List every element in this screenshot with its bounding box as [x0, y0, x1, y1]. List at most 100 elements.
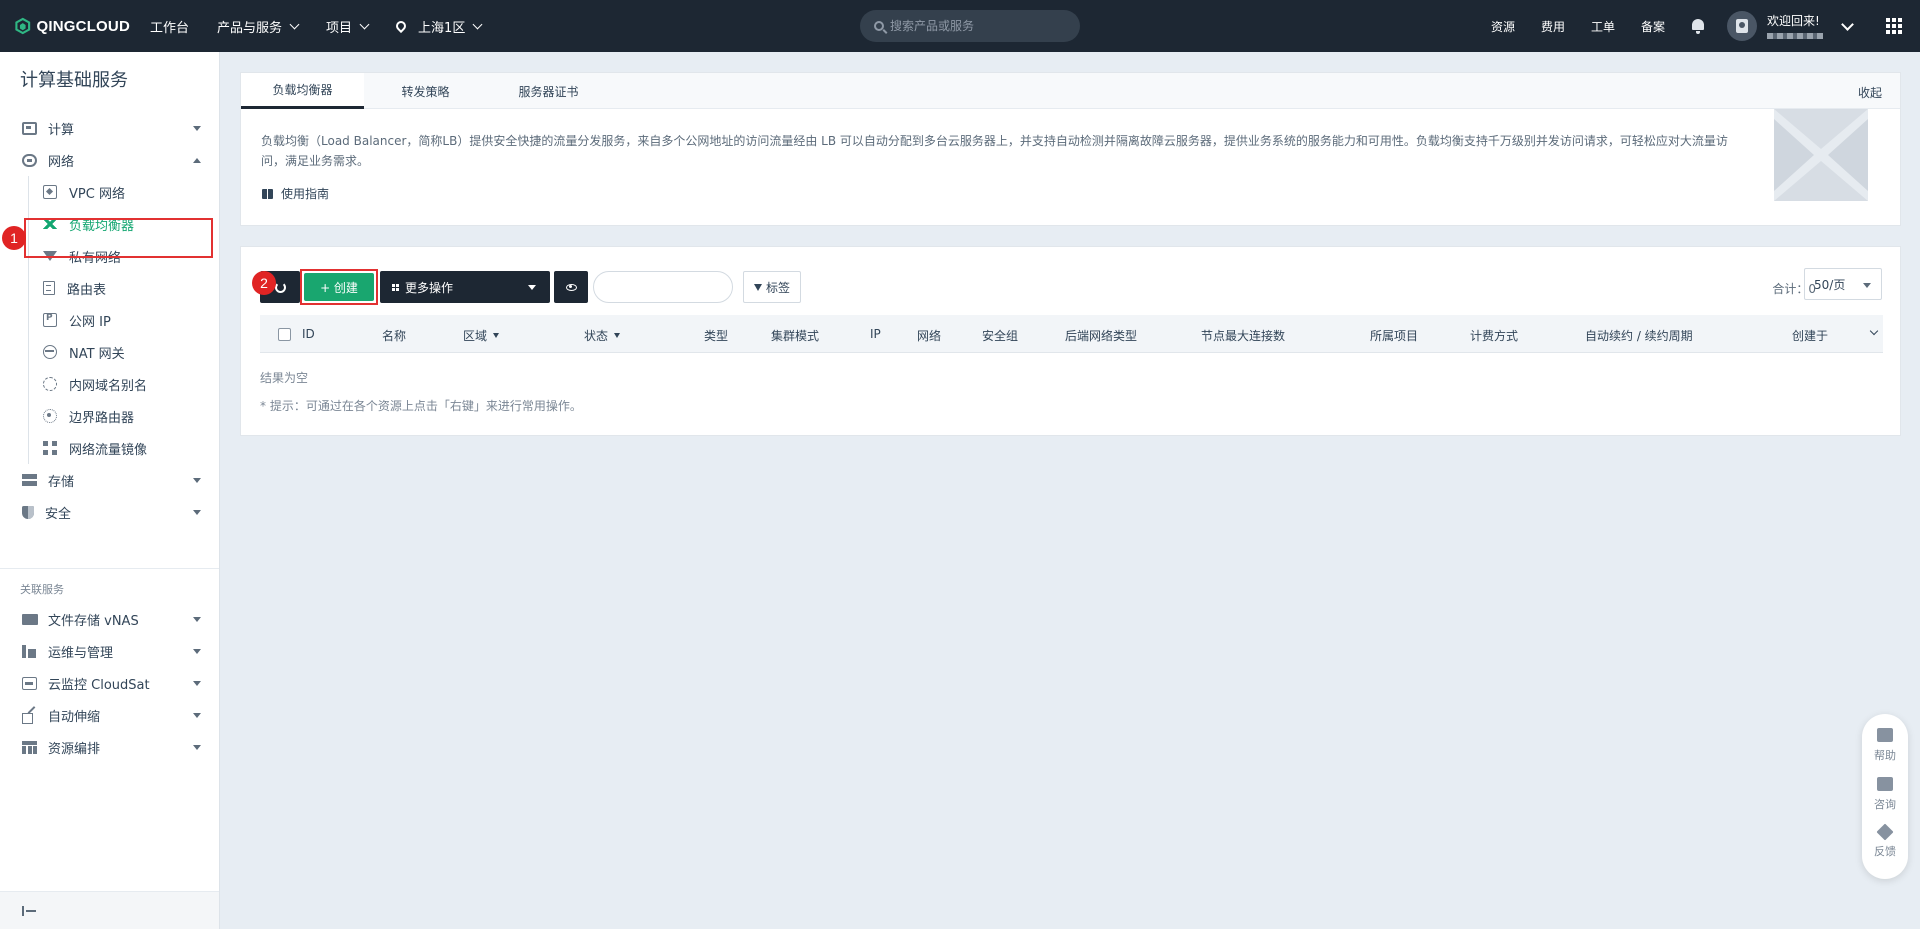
user-guide-link[interactable]: 使用指南 — [262, 185, 329, 202]
intro-panel: 负载均衡器 转发策略 服务器证书 收起 负载均衡（Load Balancer，简… — [240, 72, 1901, 226]
tag-filter-button[interactable]: 标签 — [743, 271, 802, 303]
usage-tip: * 提示：可通过在各个资源上点击「右键」来进行常用操作。 — [260, 399, 582, 413]
sidebar-item-route-table[interactable]: 路由表 — [29, 272, 219, 304]
col-max-connections[interactable]: 节点最大连接数 — [1201, 327, 1285, 344]
sidebar-group-label: 资源编排 — [48, 741, 101, 757]
tab-server-certificate[interactable]: 服务器证书 — [487, 73, 610, 109]
sidebar-group-cloudsat[interactable]: 云监控 CloudSat — [0, 667, 219, 699]
nat-gateway-icon — [43, 345, 57, 359]
col-name[interactable]: 名称 — [382, 327, 406, 344]
collapse-link[interactable]: 收起 — [1858, 84, 1882, 101]
sidebar-group-autoscaling[interactable]: 自动伸缩 — [0, 699, 219, 731]
avatar[interactable] — [1727, 11, 1757, 41]
sidebar-group-compute[interactable]: 计算 — [0, 112, 219, 144]
empty-result-text: 结果为空 — [260, 371, 309, 385]
col-label: 网络 — [917, 329, 942, 343]
top-bar: QINGCLOUD 工作台 产品与服务 项目 上海1区 资源 费用 工单 备案 … — [0, 0, 1920, 52]
step-badge-1: 1 — [2, 226, 26, 250]
link-tickets[interactable]: 工单 — [1591, 18, 1615, 35]
sidebar-group-ops[interactable]: 运维与管理 — [0, 635, 219, 667]
sidebar: 计算基础服务 计算 网络 VPC 网络 负载均衡器 私有网络 路由表 公网 IP… — [0, 52, 220, 929]
col-created[interactable]: 创建于 — [1792, 327, 1828, 344]
region-selector[interactable]: 上海1区 — [393, 17, 483, 36]
sidebar-group-security[interactable]: 安全 — [0, 496, 219, 528]
nav-workbench[interactable]: 工作台 — [150, 17, 189, 36]
sidebar-group-network[interactable]: 网络 — [0, 144, 219, 176]
nav-projects[interactable]: 项目 — [326, 17, 370, 36]
col-type[interactable]: 类型 — [704, 327, 728, 344]
route-table-icon — [43, 281, 55, 295]
sidebar-item-label: 内网域名别名 — [69, 378, 148, 394]
nav-products[interactable]: 产品与服务 — [217, 17, 300, 36]
refresh-icon — [274, 281, 286, 293]
brand-name: QINGCLOUD — [36, 17, 130, 35]
related-services-title: 关联服务 — [20, 583, 64, 596]
feedback-button[interactable]: 反馈 — [1874, 823, 1896, 859]
link-resources[interactable]: 资源 — [1491, 18, 1515, 35]
sidebar-item-border-router[interactable]: 边界路由器 — [29, 400, 219, 432]
tab-load-balancer[interactable]: 负载均衡器 — [241, 73, 364, 109]
book-icon — [262, 188, 273, 199]
col-label: 类型 — [704, 329, 729, 343]
list-toolbar: + 创建 更多操作 标签 — [260, 269, 802, 305]
col-zone[interactable]: 区域 — [463, 327, 500, 344]
sidebar-group-storage[interactable]: 存储 — [0, 464, 219, 496]
col-backend-network-type[interactable]: 后端网络类型 — [1065, 327, 1137, 344]
chevron-down-icon[interactable] — [1869, 326, 1879, 336]
user-guide-label: 使用指南 — [281, 187, 330, 201]
caret-up-icon — [193, 158, 201, 163]
help-button[interactable]: 帮助 — [1874, 728, 1896, 763]
col-network[interactable]: 网络 — [917, 327, 941, 344]
col-security-group[interactable]: 安全组 — [982, 327, 1018, 344]
apps-grid-icon[interactable] — [1886, 18, 1902, 34]
caret-down-icon — [193, 649, 201, 654]
col-auto-renew[interactable]: 自动续约 / 续约周期 — [1585, 327, 1693, 344]
monitor-icon — [22, 676, 37, 690]
sort-caret-icon — [493, 333, 500, 338]
col-cluster-mode[interactable]: 集群模式 — [771, 327, 819, 344]
search-input[interactable] — [890, 19, 1065, 33]
sidebar-group-vnas[interactable]: 文件存储 vNAS — [0, 603, 219, 635]
consult-label: 咨询 — [1874, 798, 1896, 811]
border-router-icon — [43, 409, 57, 423]
view-toggle-button[interactable] — [554, 271, 588, 303]
col-billing[interactable]: 计费方式 — [1470, 327, 1518, 344]
col-ip[interactable]: IP — [870, 327, 881, 341]
global-search[interactable] — [860, 10, 1080, 42]
link-billing[interactable]: 费用 — [1541, 18, 1565, 35]
sidebar-item-traffic-mirror[interactable]: 网络流量镜像 — [29, 432, 219, 464]
user-welcome[interactable]: 欢迎回来! — [1767, 14, 1823, 39]
more-actions-button[interactable]: 更多操作 — [380, 271, 550, 303]
col-label: 状态 — [584, 329, 609, 343]
top-nav: 工作台 产品与服务 项目 上海1区 — [150, 17, 509, 36]
sidebar-item-public-ip[interactable]: 公网 IP — [29, 304, 219, 336]
tab-forwarding-policy[interactable]: 转发策略 — [364, 73, 487, 109]
chevron-down-icon — [359, 19, 370, 29]
page-size-value: 50/页 — [1814, 277, 1846, 292]
sidebar-group-orchestration[interactable]: 资源编排 — [0, 731, 219, 763]
filter-icon — [754, 283, 762, 291]
col-status[interactable]: 状态 — [584, 327, 621, 344]
sidebar-item-label: 路由表 — [67, 282, 107, 298]
collapse-sidebar-icon[interactable] — [22, 905, 36, 916]
nav-projects-label: 项目 — [326, 20, 353, 36]
col-id[interactable]: ID — [302, 327, 315, 341]
welcome-text: 欢迎回来! — [1767, 13, 1820, 28]
pencil-icon — [1876, 823, 1894, 841]
sidebar-item-vpc[interactable]: VPC 网络 — [29, 176, 219, 208]
filter-search-input[interactable] — [593, 271, 733, 303]
sidebar-item-nat-gateway[interactable]: NAT 网关 — [29, 336, 219, 368]
dns-alias-icon — [43, 377, 57, 391]
consult-button[interactable]: 咨询 — [1874, 777, 1896, 812]
sidebar-item-dns-alias[interactable]: 内网域名别名 — [29, 368, 219, 400]
chevron-down-icon[interactable] — [1841, 17, 1854, 31]
caret-down-icon — [1863, 283, 1871, 288]
page-size-select[interactable]: 50/页 — [1804, 268, 1882, 300]
logo[interactable]: QINGCLOUD — [15, 15, 130, 37]
select-all-checkbox[interactable] — [278, 328, 291, 341]
link-filing[interactable]: 备案 — [1641, 18, 1665, 35]
qingcloud-logo-icon — [15, 17, 31, 35]
col-project[interactable]: 所属项目 — [1370, 327, 1418, 344]
create-button[interactable]: + 创建 — [304, 273, 374, 301]
bell-icon[interactable] — [1691, 18, 1705, 34]
